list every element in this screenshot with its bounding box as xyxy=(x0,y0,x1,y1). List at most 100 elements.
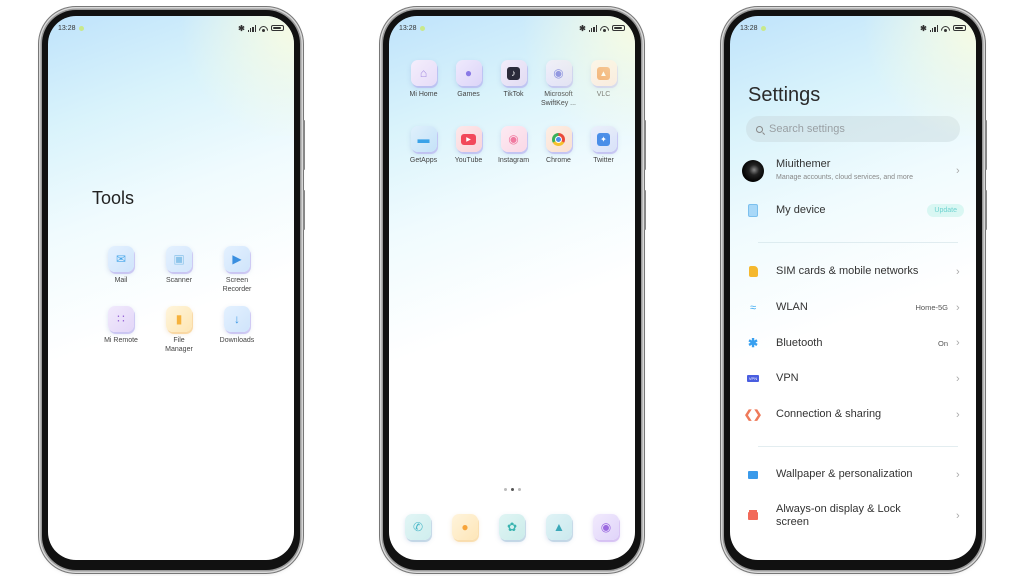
app-mail[interactable]: ✉ Mail xyxy=(92,246,150,294)
app-chrome[interactable]: Chrome xyxy=(536,126,581,165)
settings-item-sim[interactable]: SIM cards & mobile networks › xyxy=(742,265,964,278)
page-dot-active[interactable] xyxy=(510,488,514,491)
chevron-right-icon: › xyxy=(956,337,960,349)
time: 13:28 xyxy=(58,24,76,32)
chevron-right-icon: › xyxy=(956,265,960,278)
app-downloads[interactable]: ↓ Downloads xyxy=(208,306,266,354)
signal-icon xyxy=(588,24,597,32)
bluetooth-icon: ✱ xyxy=(238,23,245,33)
app-getapps[interactable]: ▬ GetApps xyxy=(401,126,446,165)
battery-icon xyxy=(271,25,284,31)
app-vlc[interactable]: ▲ VLC xyxy=(581,60,626,108)
device-icon xyxy=(748,204,758,217)
app-screen-recorder[interactable]: ▶ Screen Recorder xyxy=(208,246,266,294)
my-device-row[interactable]: My device Update xyxy=(742,204,964,217)
settings-item-wallpaper[interactable]: Wallpaper & personalization › xyxy=(742,468,964,481)
wifi-icon xyxy=(259,25,268,32)
wifi-icon xyxy=(600,25,609,32)
youtube-icon: ▶ xyxy=(455,126,482,152)
app-mi-remote[interactable]: ∷ Mi Remote xyxy=(92,306,150,354)
charging-icon xyxy=(78,25,84,31)
account-subtitle: Manage accounts, cloud services, and mor… xyxy=(776,174,913,181)
charging-icon xyxy=(760,25,766,31)
browser-icon[interactable]: ✿ xyxy=(499,514,525,540)
home-app-grid: ⌂ Mi Home ● Games ♪ TikTok ◉ Microsoft Swift… xyxy=(401,60,626,165)
app-scanner[interactable]: ▣ Scanner xyxy=(150,246,208,294)
screen: 13:28 ✱ Tools ✉ Mail ▣ Scanner ▶ Screen Rec… xyxy=(48,16,294,560)
vlc-icon: ▲ xyxy=(590,60,617,86)
folder-icon: ▮ xyxy=(166,306,192,332)
power-button xyxy=(303,190,305,230)
app-youtube[interactable]: ▶ YouTube xyxy=(446,126,491,165)
app-mi-home[interactable]: ⌂ Mi Home xyxy=(401,60,446,108)
page-indicator[interactable] xyxy=(389,488,635,491)
twitter-icon: ✦ xyxy=(590,126,617,152)
gallery-icon[interactable]: ▲ xyxy=(546,514,572,540)
time: 13:28 xyxy=(740,24,758,32)
account-row[interactable]: Miuithemer Manage accounts, cloud service… xyxy=(742,158,964,184)
settings-item-value: Home-5G xyxy=(915,303,948,312)
power-button xyxy=(985,190,987,230)
app-games[interactable]: ● Games xyxy=(446,60,491,108)
signal-icon xyxy=(929,24,938,32)
page-dot[interactable] xyxy=(503,488,507,491)
power-button xyxy=(644,190,646,230)
phone-home: 13:28 ✱ ⌂ Mi Home ● Games ♪ TikTok ◉ Microso… xyxy=(383,10,646,570)
chrome-icon xyxy=(545,126,572,152)
games-icon: ● xyxy=(455,60,482,86)
chevron-right-icon: › xyxy=(956,372,960,385)
status-bar: 13:28 ✱ xyxy=(58,22,284,34)
settings-item-bluetooth[interactable]: ✱ Bluetooth On › xyxy=(742,336,964,350)
phone-icon[interactable]: ✆ xyxy=(405,514,431,540)
volume-button xyxy=(303,120,305,170)
settings-item-connection-sharing[interactable]: ❮❯ Connection & sharing › xyxy=(742,408,964,421)
app-instagram[interactable]: ◉ Instagram xyxy=(491,126,536,165)
search-placeholder: Search settings xyxy=(769,123,845,135)
settings-item-label: SIM cards & mobile networks xyxy=(776,265,919,277)
battery-icon xyxy=(612,25,625,31)
avatar xyxy=(742,160,764,182)
scanner-icon: ▣ xyxy=(166,246,192,272)
wifi-icon: ≈ xyxy=(749,301,757,314)
app-tiktok[interactable]: ♪ TikTok xyxy=(491,60,536,108)
search-input[interactable]: Search settings xyxy=(746,116,960,142)
settings-item-lock-screen[interactable]: Always-on display & Lock screen › xyxy=(742,503,964,529)
chevron-right-icon: › xyxy=(956,468,960,481)
camera-icon[interactable]: ◉ xyxy=(593,514,619,540)
connection-sharing-icon: ❮❯ xyxy=(743,409,763,421)
app-file-manager[interactable]: ▮ File Manager xyxy=(150,306,208,354)
chevron-right-icon: › xyxy=(956,301,960,314)
sim-card-icon xyxy=(748,266,758,277)
charging-icon xyxy=(419,25,425,31)
screen-recorder-icon: ▶ xyxy=(224,246,250,272)
settings-item-label: WLAN xyxy=(776,301,808,313)
remote-icon: ∷ xyxy=(108,306,134,332)
chevron-right-icon: › xyxy=(956,165,960,177)
settings-item-wlan[interactable]: ≈ WLAN Home-5G › xyxy=(742,301,964,314)
settings-item-label: Wallpaper & personalization xyxy=(776,468,913,480)
search-icon xyxy=(756,125,763,133)
messages-icon[interactable]: ● xyxy=(452,514,478,540)
status-bar: 13:28 ✱ xyxy=(740,22,966,34)
getapps-icon: ▬ xyxy=(410,126,437,152)
tiktok-icon: ♪ xyxy=(500,60,527,86)
settings-item-label: Bluetooth xyxy=(776,336,823,349)
app-swiftkey[interactable]: ◉ Microsoft SwiftKey ... xyxy=(536,60,581,108)
page-dot[interactable] xyxy=(517,488,521,491)
folder-title: Tools xyxy=(92,188,135,208)
update-badge[interactable]: Update xyxy=(927,204,964,217)
screen: 13:28 ✱ Settings Search settings Miuithe… xyxy=(730,16,976,560)
bluetooth-icon: ✱ xyxy=(920,23,927,33)
folder-app-grid: ✉ Mail ▣ Scanner ▶ Screen Recorder ∷ Mi Remo… xyxy=(92,246,266,354)
settings-item-label: Always-on display & Lock screen xyxy=(776,503,901,528)
app-twitter[interactable]: ✦ Twitter xyxy=(581,126,626,165)
settings-item-vpn[interactable]: VPN VPN › xyxy=(742,372,964,385)
phone-settings: 13:28 ✱ Settings Search settings Miuithe… xyxy=(724,10,987,570)
volume-button xyxy=(644,120,646,170)
dock: ✆ ● ✿ ▲ ◉ xyxy=(405,514,619,540)
my-device-label: My device xyxy=(776,204,826,216)
wallpaper-icon xyxy=(748,470,758,479)
lock-icon xyxy=(748,512,758,520)
divider xyxy=(758,242,958,243)
settings-item-label: VPN xyxy=(776,372,799,384)
